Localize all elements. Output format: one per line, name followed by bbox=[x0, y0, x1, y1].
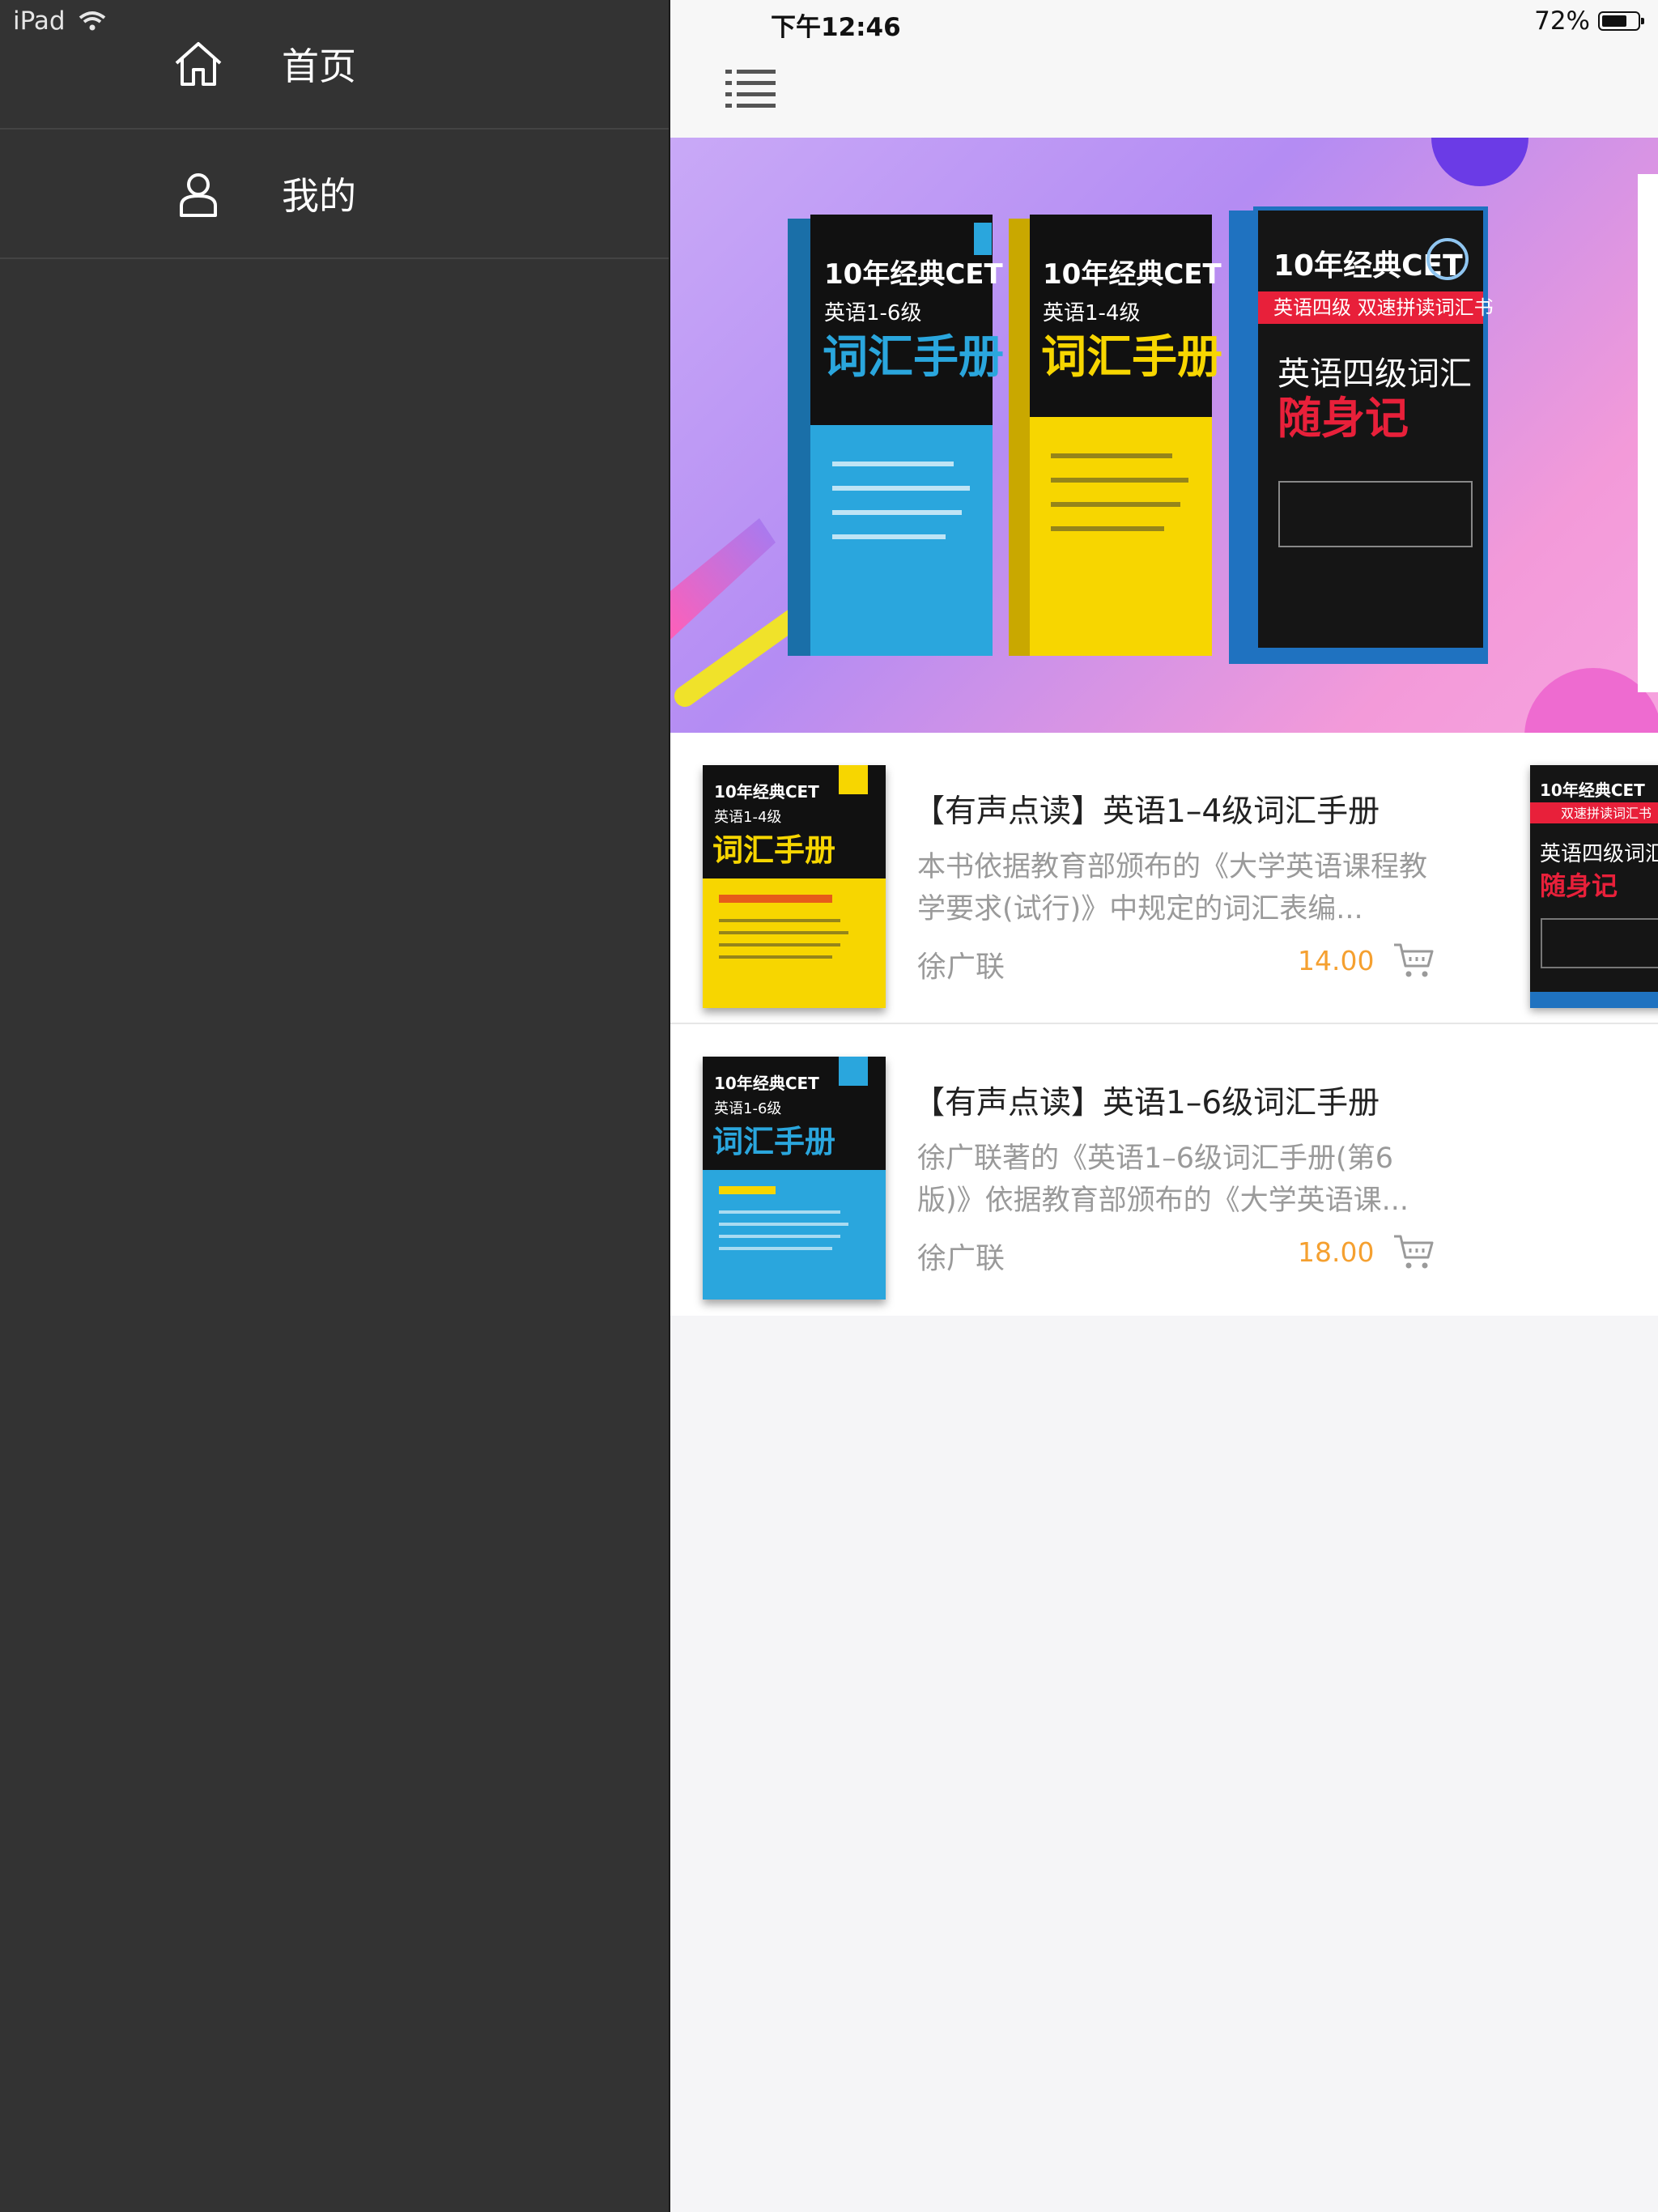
status-bar: iPad 下午12:46 72% bbox=[0, 0, 1658, 45]
banner-book-series: 10年经典CET bbox=[824, 258, 1003, 291]
product-author: 徐广联 bbox=[917, 951, 1005, 984]
banner-book-level: 英语1-6级 bbox=[824, 301, 921, 325]
next-slide-edge bbox=[1638, 174, 1658, 692]
carrier: iPad bbox=[13, 6, 106, 36]
deco-stripe bbox=[670, 518, 776, 640]
side-menu: 首页 我的 bbox=[0, 0, 669, 2212]
banner-book-title: 随身记 bbox=[1278, 393, 1409, 444]
product-title[interactable]: 【有声点读】英语1–6级词汇手册 bbox=[913, 1078, 1380, 1123]
banner-book-2: 10年经典CET 英语1-4级 词汇手册 bbox=[1009, 215, 1222, 656]
next-book-cover: 10年经典CET 双速拼读词汇书 英语四级词汇 随身记 bbox=[1530, 765, 1658, 1008]
carrier-label: iPad bbox=[13, 6, 66, 36]
sidebar-item-label: 我的 bbox=[282, 174, 356, 218]
banner-book-1: 10年经典CET 英语1-6级 词汇手册 bbox=[788, 215, 1004, 656]
banner-book-title: 词汇手册 bbox=[823, 331, 1004, 384]
cart-icon[interactable] bbox=[1392, 1233, 1435, 1270]
product-description: 徐广联著的《英语1–6级词汇手册(第6版)》依据教育部颁布的《大学英语课... bbox=[917, 1142, 1409, 1217]
cover-title: 词汇手册 bbox=[712, 832, 835, 868]
wifi-icon bbox=[79, 11, 105, 31]
battery-indicator: 72% bbox=[1534, 6, 1644, 36]
deco-circle bbox=[1431, 138, 1528, 186]
cover-level: 英语四级词汇 bbox=[1540, 842, 1658, 866]
product-description: 本书依据教育部颁布的《大学英语课程教学要求(试行)》中规定的词汇表编... bbox=[917, 851, 1428, 925]
product-price: 14.00 bbox=[1298, 945, 1375, 976]
banner-book-series: 10年经典CET bbox=[1273, 249, 1463, 283]
cover-series: 10年经典CET bbox=[714, 782, 819, 802]
sidebar-item-mine[interactable]: 我的 bbox=[0, 130, 669, 259]
cover-level: 英语1-6级 bbox=[714, 1100, 781, 1117]
banner-book-level: 英语四级词汇 bbox=[1278, 355, 1472, 393]
user-icon bbox=[180, 173, 217, 217]
clock: 下午12:46 bbox=[771, 13, 901, 42]
cover-level: 英语1-4级 bbox=[714, 809, 781, 826]
product-price: 18.00 bbox=[1298, 1236, 1375, 1268]
banner-book-level: 英语1-4级 bbox=[1043, 301, 1140, 325]
list-menu-icon[interactable] bbox=[725, 68, 776, 108]
list-item[interactable]: 10年经典CET 英语1-4级 词汇手册 【有声点读】英语1–4级词汇手册 本书… bbox=[670, 733, 1658, 1024]
cover-title: 词汇手册 bbox=[712, 1124, 835, 1159]
cover-title: 随身记 bbox=[1540, 870, 1618, 901]
battery-percent: 72% bbox=[1534, 6, 1590, 36]
cart-icon[interactable] bbox=[1392, 942, 1435, 979]
banner-book-subtitle: 英语四级 双速拼读词汇书 bbox=[1273, 296, 1494, 319]
main-panel: 10年经典CET 英语1-6级 词汇手册 10年经典CET 英语1-4级 词汇手… bbox=[669, 0, 1658, 2212]
banner-art: 10年经典CET 英语1-6级 词汇手册 10年经典CET 英语1-4级 词汇手… bbox=[670, 138, 1658, 733]
cover-series: 10年经典CET bbox=[714, 1074, 819, 1093]
cover-series: 10年经典CET bbox=[1540, 781, 1645, 800]
banner-book-series: 10年经典CET bbox=[1043, 258, 1222, 291]
book-cover: 10年经典CET 英语1-6级 词汇手册 bbox=[703, 1057, 886, 1300]
book-cover: 10年经典CET 英语1-4级 词汇手册 bbox=[703, 765, 886, 1008]
banner-book-title: 词汇手册 bbox=[1041, 331, 1222, 384]
battery-icon bbox=[1598, 11, 1644, 31]
list-item[interactable]: 10年经典CET 英语1-6级 词汇手册 【有声点读】英语1–6级词汇手册 徐广… bbox=[670, 1024, 1658, 1316]
promo-banner[interactable]: 10年经典CET 英语1-6级 词汇手册 10年经典CET 英语1-4级 词汇手… bbox=[670, 138, 1658, 733]
product-list: 10年经典CET 英语1-4级 词汇手册 【有声点读】英语1–4级词汇手册 本书… bbox=[670, 733, 1658, 1316]
banner-book-3: 10年经典CET 英语四级 双速拼读词汇书 英语四级词汇 随身记 bbox=[1229, 206, 1494, 664]
product-author: 徐广联 bbox=[917, 1242, 1005, 1275]
cover-subtitle: 双速拼读词汇书 bbox=[1561, 806, 1652, 821]
product-title[interactable]: 【有声点读】英语1–4级词汇手册 bbox=[913, 786, 1380, 832]
